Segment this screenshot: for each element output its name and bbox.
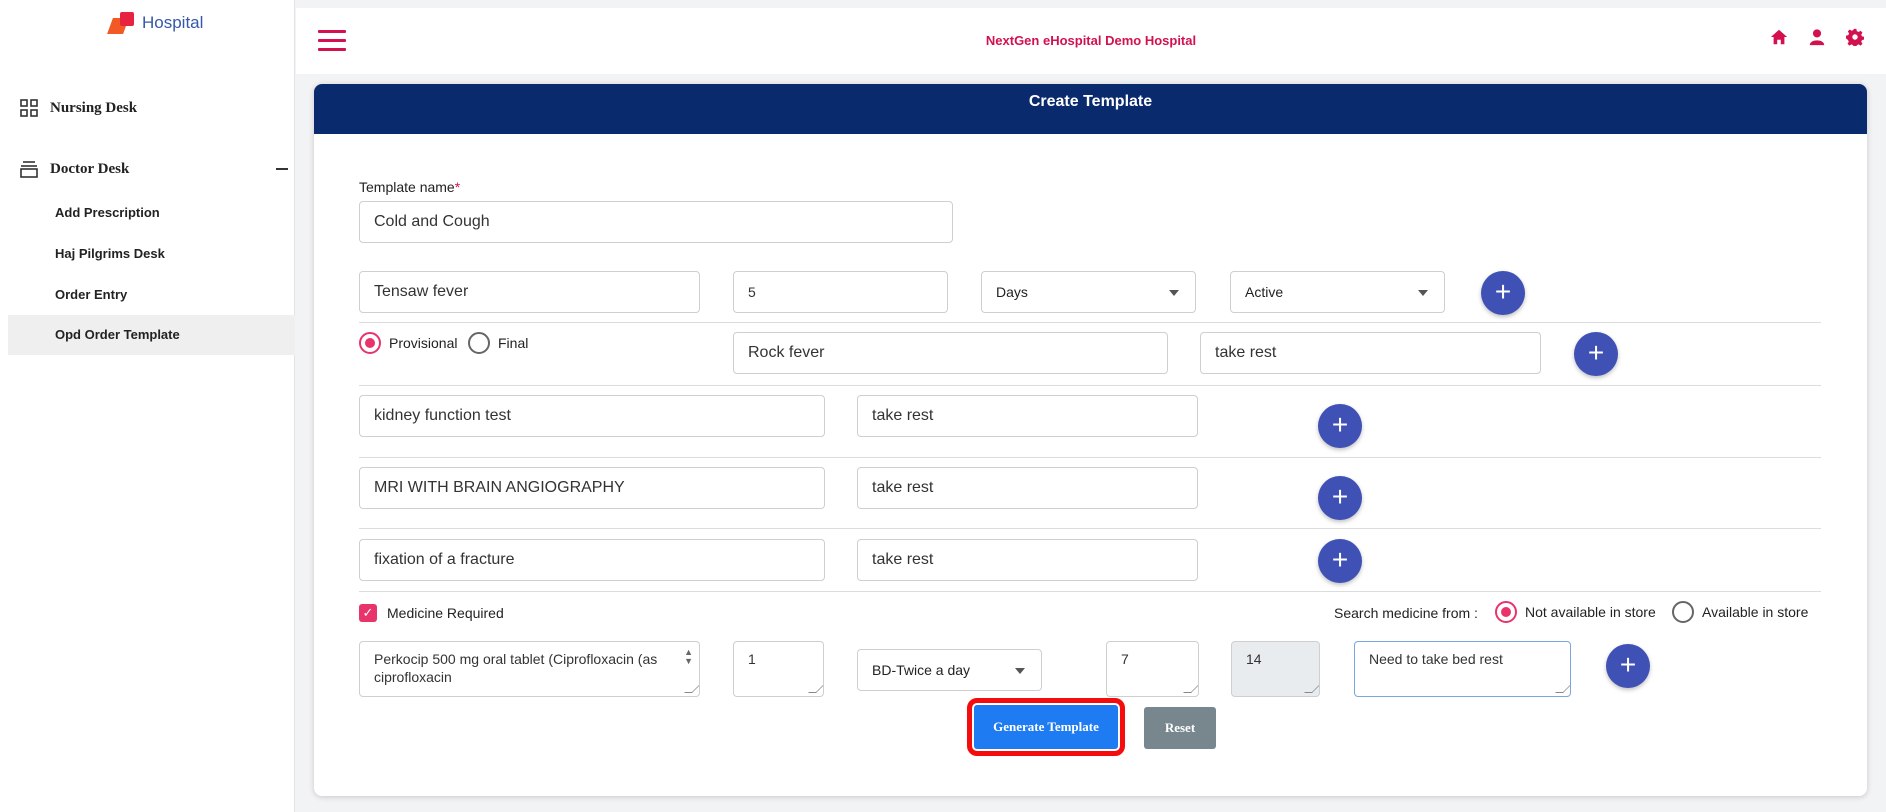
medicine-name-textarea[interactable]: Perkocip 500 mg oral tablet (Ciprofloxac… [359,641,700,697]
radio-label: Not available in store [1525,604,1656,620]
frequency-select[interactable]: BD-Twice a day [857,649,1042,691]
home-icon[interactable] [1770,28,1788,46]
divider [359,385,1821,386]
resize-handle-icon[interactable] [1183,685,1198,693]
add-diagnosis-row-button[interactable]: + [1574,332,1618,376]
card-title: Create Template [314,84,1867,134]
template-name-label-text: Template name [359,179,455,195]
spinner-icon[interactable]: ▲ ▼ [684,648,693,666]
investigation-advice-input[interactable]: take rest [857,467,1198,509]
radio-final[interactable]: Final [468,332,528,354]
header-icons [1770,28,1864,46]
sidebar-group-label: Nursing Desk [50,99,138,116]
divider [359,457,1821,458]
gear-icon[interactable] [1846,28,1864,46]
total-textarea: 14 [1231,641,1320,697]
collapse-icon[interactable] [276,168,288,170]
total-value: 14 [1246,651,1262,667]
quantity-value: 1 [748,651,756,667]
add-medicine-button[interactable]: + [1606,644,1650,688]
radio-not-available-in-store[interactable]: Not available in store [1495,601,1656,623]
user-icon[interactable] [1808,28,1826,46]
radio-provisional-label: Provisional [389,335,458,351]
diagnosis-advice-input[interactable]: take rest [1200,332,1541,374]
add-investigation-button[interactable]: + [1318,476,1362,520]
investigation-input[interactable]: MRI WITH BRAIN ANGIOGRAPHY [359,467,825,509]
chevron-down-icon [1015,668,1025,674]
sidebar-group-doctor-desk[interactable]: Doctor Desk [20,160,129,178]
sidebar-item-order-entry[interactable]: Order Entry [8,275,295,315]
resize-handle-icon[interactable] [684,685,699,693]
note-textarea[interactable]: Need to take bed rest [1354,641,1571,697]
diagnosis-input[interactable]: Tensaw fever [359,271,700,313]
quantity-textarea[interactable]: 1 [733,641,824,697]
medicine-required-label: Medicine Required [387,605,504,621]
investigation-input[interactable]: fixation of a fracture [359,539,825,581]
sidebar: Hospital Nursing Desk Doctor Desk Add Pr… [0,0,295,812]
checkmark-icon: ✓ [359,604,377,622]
divider [359,528,1821,529]
grid-icon [20,99,38,117]
days-textarea[interactable]: 7 [1106,641,1199,697]
add-diagnosis-button[interactable]: + [1481,271,1525,315]
investigation-advice-input[interactable]: take rest [857,395,1198,437]
days-value: 7 [1121,651,1129,667]
resize-handle-icon [1304,685,1319,693]
divider [359,591,1821,592]
radio-available-in-store[interactable]: Available in store [1672,601,1808,623]
radio-final-label: Final [498,335,529,351]
status-value: Active [1245,284,1284,300]
search-from-label: Search medicine from : [1334,605,1478,621]
logo-mark-icon [107,12,140,34]
create-template-card: Create Template Template name* Cold and … [314,84,1867,796]
chevron-down-icon [1418,290,1428,296]
sidebar-item-haj-pilgrims-desk[interactable]: Haj Pilgrims Desk [8,234,295,274]
resize-handle-icon[interactable] [808,685,823,693]
duration-input[interactable]: 5 [733,271,948,313]
investigation-advice-input[interactable]: take rest [857,539,1198,581]
hospital-logo[interactable]: Hospital [107,12,204,34]
logo-text: Hospital [142,13,204,32]
duration-unit-select[interactable]: Days [981,271,1196,313]
required-mark: * [454,179,461,195]
generate-template-button[interactable]: Generate Template [967,698,1125,756]
frequency-value: BD-Twice a day [872,662,971,678]
medicine-required-checkbox[interactable]: ✓ Medicine Required [359,604,504,622]
sidebar-group-label: Doctor Desk [50,160,130,177]
top-header: NextGen eHospital Demo Hospital [296,8,1886,74]
radio-empty-icon [468,332,490,354]
add-investigation-button[interactable]: + [1318,539,1362,583]
template-name-label: Template name* [359,179,460,195]
note-value: Need to take bed rest [1369,651,1503,667]
sidebar-group-nursing-desk[interactable]: Nursing Desk [20,99,137,117]
duration-unit-value: Days [996,284,1028,300]
radio-empty-icon [1672,601,1694,623]
radio-label: Available in store [1702,604,1809,620]
chevron-down-icon [1169,290,1179,296]
divider [359,322,1821,323]
sidebar-item-opd-order-template[interactable]: Opd Order Template [8,315,295,355]
radio-selected-icon [1495,601,1517,623]
add-investigation-button[interactable]: + [1318,404,1362,448]
diagnosis-name-input[interactable]: Rock fever [733,332,1168,374]
status-select[interactable]: Active [1230,271,1445,313]
investigation-input[interactable]: kidney function test [359,395,825,437]
header-title: NextGen eHospital Demo Hospital [985,33,1197,48]
stack-icon [20,161,38,178]
radio-selected-icon [359,332,381,354]
radio-provisional[interactable]: Provisional [359,332,457,354]
reset-button[interactable]: Reset [1144,707,1216,749]
sidebar-item-add-prescription[interactable]: Add Prescription [8,193,295,233]
template-name-input[interactable]: Cold and Cough [359,201,953,243]
resize-handle-icon[interactable] [1555,685,1570,693]
medicine-name-value: Perkocip 500 mg oral tablet (Ciprofloxac… [374,651,658,685]
